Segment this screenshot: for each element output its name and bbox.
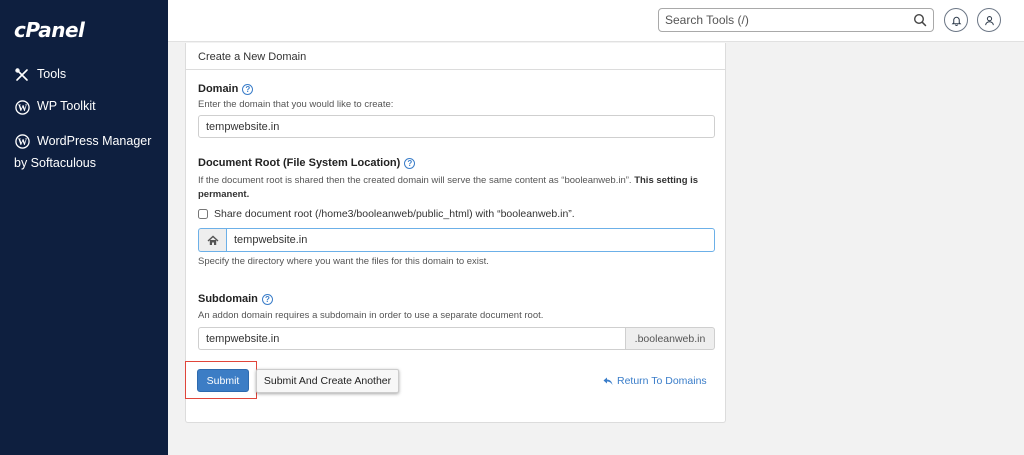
search-icon[interactable] <box>913 13 927 27</box>
tools-icon <box>14 67 30 83</box>
submit-and-create-another-button[interactable]: Submit And Create Another <box>256 369 399 393</box>
user-icon <box>984 15 994 25</box>
domain-input[interactable] <box>198 115 715 138</box>
wordpress-icon: W <box>14 133 30 149</box>
document-root-after-hint: Specify the directory where you want the… <box>198 256 489 267</box>
sidebar-item-wordpress-manager[interactable]: W WordPress Manager <box>14 130 151 152</box>
sidebar-item-label: WP Toolkit <box>37 99 96 113</box>
top-header <box>168 0 1024 42</box>
document-root-input-group <box>198 228 715 252</box>
wordpress-icon: W <box>14 99 30 115</box>
help-icon[interactable]: ? <box>242 83 254 95</box>
sidebar-item-wp-toolkit[interactable]: W WP Toolkit <box>14 99 96 115</box>
return-to-domains-link[interactable]: Return To Domains <box>603 375 707 387</box>
svg-text:W: W <box>17 103 27 113</box>
document-root-input[interactable] <box>226 228 715 252</box>
svg-text:W: W <box>17 137 27 147</box>
search-input[interactable] <box>659 9 899 31</box>
share-document-root-label: Share document root (/home3/booleanweb/p… <box>214 208 575 220</box>
domain-hint: Enter the domain that you would like to … <box>198 99 394 110</box>
domain-label-text: Domain <box>198 83 239 95</box>
share-document-root-row[interactable]: Share document root (/home3/booleanweb/p… <box>198 208 575 220</box>
search-box[interactable] <box>658 8 934 32</box>
sidebar-item-label: WordPress Manager <box>37 130 151 152</box>
subdomain-input-group: .booleanweb.in <box>198 327 715 350</box>
return-arrow-icon <box>603 377 613 385</box>
sidebar: cPanel Tools W WP Toolkit W WordPress Ma… <box>0 0 168 455</box>
subdomain-label-text: Subdomain <box>198 293 258 305</box>
return-to-domains-label: Return To Domains <box>617 375 707 387</box>
subdomain-hint: An addon domain requires a subdomain in … <box>198 310 544 321</box>
document-root-label: Document Root (File System Location) ? <box>198 157 416 169</box>
notifications-button[interactable] <box>944 8 968 32</box>
sidebar-item-label-line2[interactable]: by Softaculous <box>14 156 96 170</box>
sidebar-item-label: Tools <box>37 67 67 81</box>
subdomain-label: Subdomain ? <box>198 293 273 305</box>
document-root-hint-text: If the document root is shared then the … <box>198 175 632 186</box>
document-root-hint: If the document root is shared then the … <box>198 174 718 202</box>
help-icon[interactable]: ? <box>261 293 273 305</box>
bell-icon <box>951 16 961 26</box>
user-menu-button[interactable] <box>977 8 1001 32</box>
submit-button[interactable]: Submit <box>197 369 249 392</box>
create-domain-panel: Create a New Domain Domain ? Enter the d… <box>185 43 726 423</box>
document-root-label-text: Document Root (File System Location) <box>198 157 401 169</box>
subdomain-suffix: .booleanweb.in <box>625 327 715 350</box>
share-document-root-checkbox[interactable] <box>198 209 208 219</box>
domain-label: Domain ? <box>198 83 254 95</box>
subdomain-input[interactable] <box>198 327 625 350</box>
panel-title: Create a New Domain <box>186 43 725 70</box>
home-icon <box>198 228 226 252</box>
sidebar-item-label-line1: WordPress Manager <box>37 134 152 148</box>
help-icon[interactable]: ? <box>404 157 416 169</box>
sidebar-item-tools[interactable]: Tools <box>14 67 66 83</box>
cpanel-logo[interactable]: cPanel <box>14 18 85 42</box>
